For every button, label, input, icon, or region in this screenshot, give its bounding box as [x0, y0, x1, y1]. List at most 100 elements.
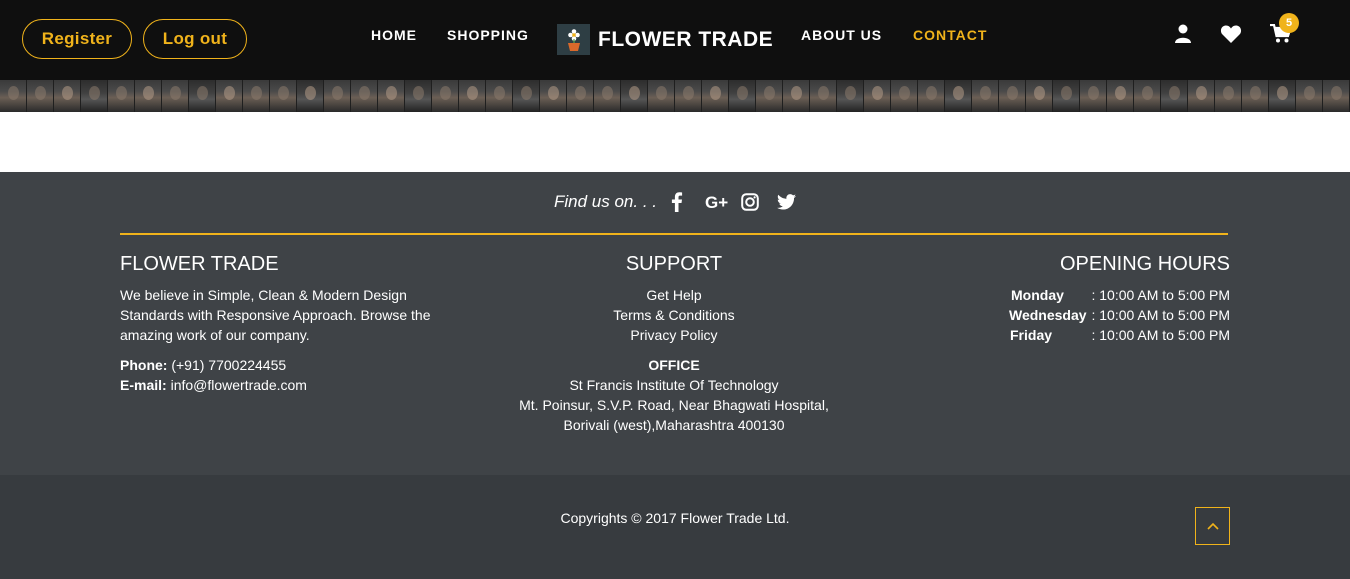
heart-icon[interactable] — [1220, 24, 1242, 44]
header-photo-tile — [1026, 80, 1053, 112]
header-photo-tile — [0, 80, 27, 112]
office-line: Mt. Poinsur, S.V.P. Road, Near Bhagwati … — [519, 397, 829, 413]
header-photo-tile — [756, 80, 783, 112]
hours-time: : 10:00 AM to 5:00 PM — [1091, 327, 1230, 343]
svg-text:G+: G+ — [705, 193, 728, 211]
flower-pot-icon — [557, 24, 590, 55]
cart-count-badge: 5 — [1279, 13, 1299, 33]
header-photo-tile — [648, 80, 675, 112]
user-icon[interactable] — [1174, 24, 1194, 44]
header-photo-tile — [1188, 80, 1215, 112]
support-link-terms[interactable]: Terms & Conditions — [474, 305, 874, 325]
chevron-up-icon — [1206, 522, 1219, 530]
header-photo-tile — [351, 80, 378, 112]
header-photo-tile — [216, 80, 243, 112]
hours-day: Friday — [1010, 327, 1053, 343]
logout-button[interactable]: Log out — [143, 19, 247, 59]
site-footer: Find us on. . . G+ FLOWER TRADE We belie… — [0, 172, 1350, 475]
header-photo-tile — [864, 80, 891, 112]
header-photo-tile — [999, 80, 1026, 112]
office-line: Borivali (west),Maharashtra 400130 — [563, 417, 785, 433]
google-plus-icon[interactable]: G+ — [705, 193, 733, 211]
header-photo-tile — [243, 80, 270, 112]
header-photo-tile — [108, 80, 135, 112]
header-photo-tile — [27, 80, 54, 112]
site-header: Register Log out HOME SHOPPING FLOWER TR… — [0, 0, 1350, 112]
site-logo[interactable]: FLOWER TRADE — [557, 24, 773, 55]
header-photo-tile — [1269, 80, 1296, 112]
support-title: SUPPORT — [625, 253, 723, 275]
header-photo-tile — [297, 80, 324, 112]
header-photo-tile — [1134, 80, 1161, 112]
social-row: Find us on. . . G+ — [0, 192, 1350, 212]
office-line: St Francis Institute Of Technology — [569, 377, 779, 393]
header-photo-tile — [1323, 80, 1350, 112]
header-photo-tile — [486, 80, 513, 112]
footer-divider — [120, 233, 1228, 235]
hours-day: Wednesday — [1009, 307, 1087, 323]
header-photo-tile — [1215, 80, 1242, 112]
header-photo-tile — [324, 80, 351, 112]
header-photo-tile — [270, 80, 297, 112]
header-photo-tile — [891, 80, 918, 112]
header-photo-tile — [1080, 80, 1107, 112]
header-photo-tile — [594, 80, 621, 112]
facebook-icon[interactable] — [671, 192, 683, 212]
header-photo-tile — [54, 80, 81, 112]
header-photo-tile — [837, 80, 864, 112]
nav-shopping[interactable]: SHOPPING — [447, 27, 529, 43]
header-photo-tile — [432, 80, 459, 112]
header-photo-strip — [0, 80, 1350, 112]
header-photo-tile — [702, 80, 729, 112]
header-photo-tile — [1053, 80, 1080, 112]
nav-contact[interactable]: CONTACT — [913, 27, 987, 43]
header-photo-tile — [1161, 80, 1188, 112]
phone-value: (+91) 7700224455 — [171, 357, 287, 373]
header-photo-tile — [135, 80, 162, 112]
header-photo-tile — [1296, 80, 1323, 112]
instagram-icon[interactable] — [741, 193, 759, 211]
phone-label: Phone: — [120, 357, 168, 373]
header-photo-tile — [513, 80, 540, 112]
scroll-to-top-button[interactable] — [1195, 507, 1230, 545]
office-title: OFFICE — [648, 357, 700, 373]
about-description: We believe in Simple, Clean & Modern Des… — [120, 287, 431, 343]
header-photo-tile — [972, 80, 999, 112]
header-photo-tile — [378, 80, 405, 112]
about-title: FLOWER TRADE — [120, 253, 279, 275]
header-photo-tile — [621, 80, 648, 112]
nav-about[interactable]: ABOUT US — [801, 27, 882, 43]
hours-title: OPENING HOURS — [1059, 253, 1230, 275]
header-photo-tile — [945, 80, 972, 112]
find-us-label: Find us on. . . — [554, 192, 657, 211]
hours-day: Monday — [1011, 287, 1064, 303]
header-photo-tile — [675, 80, 702, 112]
header-photo-tile — [540, 80, 567, 112]
twitter-icon[interactable] — [777, 194, 796, 210]
header-photo-tile — [729, 80, 756, 112]
phone-line: Phone: (+91) 7700224455 — [120, 355, 286, 375]
header-photo-tile — [405, 80, 432, 112]
header-photo-tile — [459, 80, 486, 112]
header-photo-tile — [918, 80, 945, 112]
email-line: E-mail: info@flowertrade.com — [120, 375, 307, 395]
hours-time: : 10:00 AM to 5:00 PM — [1091, 287, 1230, 303]
hours-time: : 10:00 AM to 5:00 PM — [1091, 307, 1230, 323]
email-label: E-mail: — [120, 377, 167, 393]
header-photo-tile — [1107, 80, 1134, 112]
header-photo-tile — [810, 80, 837, 112]
header-photo-tile — [1242, 80, 1269, 112]
nav-home[interactable]: HOME — [371, 27, 417, 43]
header-photo-tile — [162, 80, 189, 112]
header-photo-tile — [189, 80, 216, 112]
logo-text: FLOWER TRADE — [598, 27, 774, 51]
header-photo-tile — [783, 80, 810, 112]
support-link-get-help[interactable]: Get Help — [474, 285, 874, 305]
footer-bottom-bar: Copyrights © 2017 Flower Trade Ltd. — [0, 475, 1350, 579]
support-link-privacy[interactable]: Privacy Policy — [474, 325, 874, 345]
header-photo-tile — [81, 80, 108, 112]
register-button[interactable]: Register — [22, 19, 132, 59]
header-photo-tile — [567, 80, 594, 112]
copyright-text: Copyrights © 2017 Flower Trade Ltd. — [560, 510, 790, 526]
email-value[interactable]: info@flowertrade.com — [171, 377, 307, 393]
